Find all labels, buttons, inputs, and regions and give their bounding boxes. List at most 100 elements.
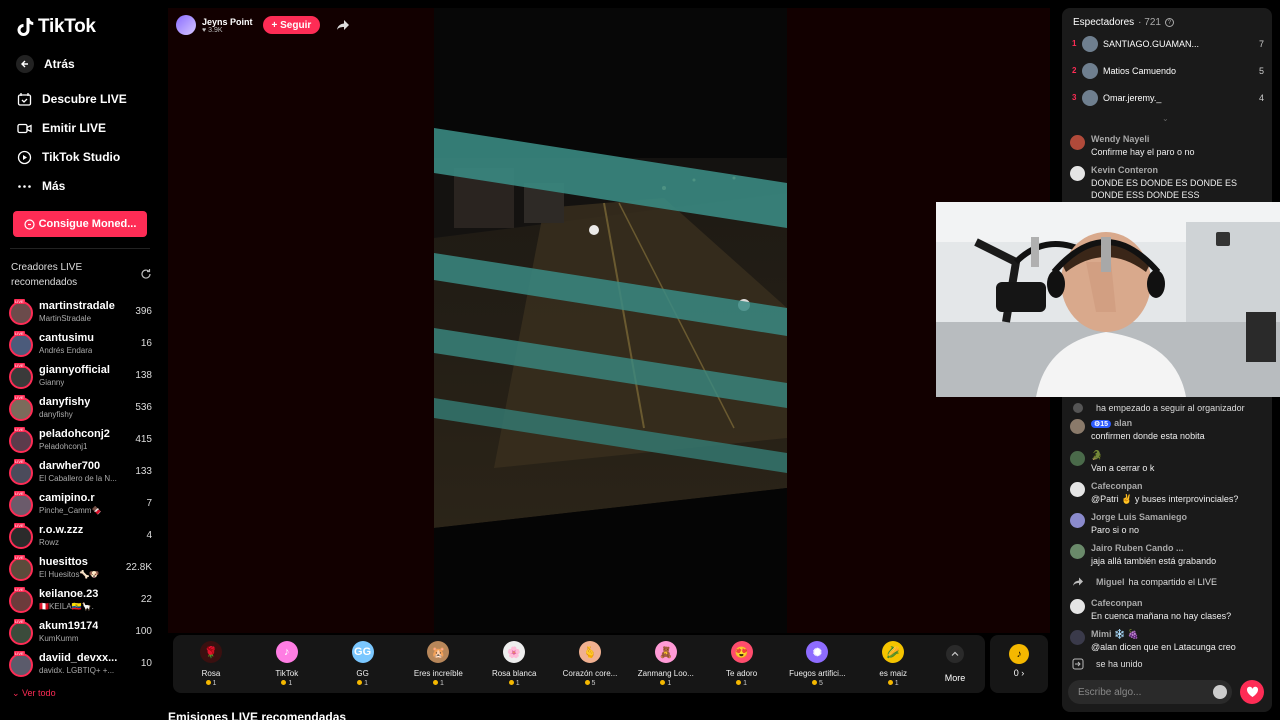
viewer-name: SANTIAGO.GUAMAN... — [1103, 39, 1200, 49]
chat-text: jaja allá también está grabando — [1091, 556, 1217, 566]
username-text: alan — [1114, 418, 1133, 428]
creator-name: akum19174 — [39, 620, 99, 632]
refresh-icon[interactable] — [140, 268, 152, 280]
gift-item[interactable]: 😍 Te adoro 1 — [704, 635, 780, 693]
creator-viewer-count: 133 — [135, 466, 152, 477]
viewers-header[interactable]: Espectadores · 721 ? — [1073, 17, 1174, 28]
creator-item[interactable]: giannyofficial Gianny 138 — [9, 362, 152, 390]
chevron-up-icon — [946, 645, 964, 663]
more-gifts-button[interactable]: More — [935, 643, 975, 689]
nav-mas[interactable]: Más — [16, 178, 65, 194]
creator-item[interactable]: cantusimu Andrés Endara 16 — [9, 330, 152, 358]
chat-username: Jorge Luis Samaniego — [1091, 512, 1187, 522]
creator-viewer-count: 415 — [135, 434, 152, 445]
divider — [10, 248, 150, 249]
expand-viewers-icon[interactable]: ⌄ — [1162, 114, 1169, 123]
creator-avatar — [9, 555, 33, 581]
share-event-user[interactable]: Miguel — [1096, 577, 1125, 587]
gift-item[interactable]: 🌹 Rosa 1 — [173, 635, 249, 693]
like-button[interactable] — [1240, 680, 1264, 704]
creator-item[interactable]: martinstradale MartinStradale 396 — [9, 298, 152, 326]
nav-label: Más — [42, 179, 66, 193]
creator-item[interactable]: keilanoe.23 🇵🇪KEILA🇪🇨🦙. 22 — [9, 586, 152, 614]
top-viewer-item[interactable]: 2 Matios Camuendo 5 — [1072, 61, 1264, 81]
username-text: Cafeconpan — [1091, 598, 1143, 608]
creator-name: r.o.w.zzz — [39, 524, 84, 536]
chat-input[interactable] — [1068, 680, 1232, 704]
gift-item[interactable]: GG GG 1 — [325, 635, 401, 693]
creator-item[interactable]: r.o.w.zzz Rowz 4 — [9, 522, 152, 550]
gift-item[interactable]: ✺ Fuegos artifici... 5 — [779, 635, 855, 693]
creator-subtitle: Gianny — [39, 378, 65, 387]
more-label: More — [944, 673, 966, 683]
host-name[interactable]: Jeyns Point — [202, 17, 253, 27]
nav-tiktok-studio[interactable]: TikTok Studio — [16, 149, 120, 165]
creator-item[interactable]: peladohconj2 Peladohconj1 415 — [9, 426, 152, 454]
gift-item[interactable]: 🐹 Eres increíble 1 — [400, 635, 476, 693]
gift-item[interactable]: 🫰 Corazón core... 5 — [552, 635, 628, 693]
gift-icon: ♪ — [275, 641, 298, 663]
creator-avatar — [9, 299, 33, 325]
creator-item[interactable]: huesittos El Huesitos🦴🐶 22.8K — [9, 554, 152, 582]
gift-item[interactable]: ♪ TikTok 1 — [249, 635, 325, 693]
gift-name: Eres increíble — [413, 669, 463, 678]
gift-price: 1 — [249, 680, 325, 687]
viewer-avatar — [1082, 90, 1098, 106]
share-icon[interactable] — [336, 18, 350, 32]
chat-avatar — [1070, 630, 1085, 645]
gift-item[interactable]: 🌽 es maiz 1 — [855, 635, 931, 693]
follow-button[interactable]: + Seguir — [262, 16, 321, 34]
creator-name: daviid_devxx... — [39, 652, 118, 664]
arrow-left-icon — [16, 55, 34, 73]
top-viewer-item[interactable]: 1 SANTIAGO.GUAMAN... 7 — [1072, 34, 1264, 54]
creator-subtitle: El Caballero de la N... — [39, 474, 117, 483]
creator-viewer-count: 4 — [146, 530, 152, 541]
creator-item[interactable]: darwher700 El Caballero de la N... 133 — [9, 458, 152, 486]
gift-item[interactable]: 🧸 Zanmang Loo... 1 — [628, 635, 704, 693]
gift-name: Corazón core... — [562, 669, 618, 678]
more-icon — [16, 178, 32, 194]
creator-item[interactable]: danyfishy danyfishy 536 — [9, 394, 152, 422]
username-text: Wendy Nayeli — [1091, 134, 1150, 144]
gift-icon: 🧸 — [654, 641, 677, 663]
creator-item[interactable]: daviid_devxx... davidx. LGBTIQ+ +... 10 — [9, 650, 152, 678]
video-frame[interactable] — [434, 8, 787, 633]
creator-avatar — [9, 363, 33, 389]
host-avatar[interactable] — [176, 15, 196, 35]
recommended-lives-heading: Emisiones LIVE recomendadas — [168, 710, 347, 720]
gift-name: Rosa — [201, 669, 221, 678]
viewer-score: 4 — [1258, 93, 1264, 103]
viewer-name: Matios Camuendo — [1103, 66, 1177, 76]
top-viewer-item[interactable]: 3 Omar.jeremy._ 4 — [1072, 88, 1264, 108]
view-all-link[interactable]: ⌄ Ver todo — [12, 688, 56, 699]
creator-item[interactable]: camipino.r Pinche_Camm🍫 7 — [9, 490, 152, 518]
creator-viewer-count: 396 — [135, 306, 152, 317]
back-label: Atrás — [44, 57, 75, 71]
gift-item[interactable]: 🌸 Rosa blanca 1 — [476, 635, 552, 693]
gift-name: Rosa blanca — [491, 669, 537, 678]
creator-avatar — [9, 587, 33, 613]
live-stream-player[interactable] — [168, 8, 1050, 633]
chat-username: Mimi ❄️ 🍇 — [1091, 629, 1139, 640]
get-coins-button[interactable]: Consigue Moned... — [13, 211, 147, 237]
info-icon[interactable]: ? — [1164, 18, 1174, 27]
viewer-score: 7 — [1258, 39, 1264, 49]
enter-icon — [1072, 658, 1084, 670]
level-badge: ⚙15 — [1091, 420, 1112, 428]
viewer-rank: 3 — [1072, 93, 1077, 102]
viewer-rank: 1 — [1072, 39, 1077, 48]
username-text: Jorge Luis Samaniego — [1091, 512, 1188, 522]
back-button[interactable]: Atrás — [16, 55, 75, 73]
creator-item[interactable]: akum19174 KumKumm 100 — [9, 618, 152, 646]
chat-text: @alan dicen que en Latacunga creo — [1091, 642, 1236, 652]
nav-emitir-live[interactable]: Emitir LIVE — [16, 120, 106, 136]
tiktok-logo[interactable]: TikTok — [16, 16, 96, 38]
chat-text: Van a cerrar o k — [1091, 463, 1155, 473]
host-meta: Jeyns Point ♥ 3.9K — [202, 17, 253, 34]
gift-icon: 😍 — [730, 641, 753, 663]
nav-descubre-live[interactable]: Descubre LIVE — [16, 91, 127, 107]
chat-text: Paro si o no — [1091, 525, 1140, 535]
emoji-icon[interactable] — [1213, 685, 1227, 699]
gift-price: 1 — [173, 680, 249, 687]
coin-balance-button[interactable]: ♪ 0 › — [990, 635, 1048, 693]
